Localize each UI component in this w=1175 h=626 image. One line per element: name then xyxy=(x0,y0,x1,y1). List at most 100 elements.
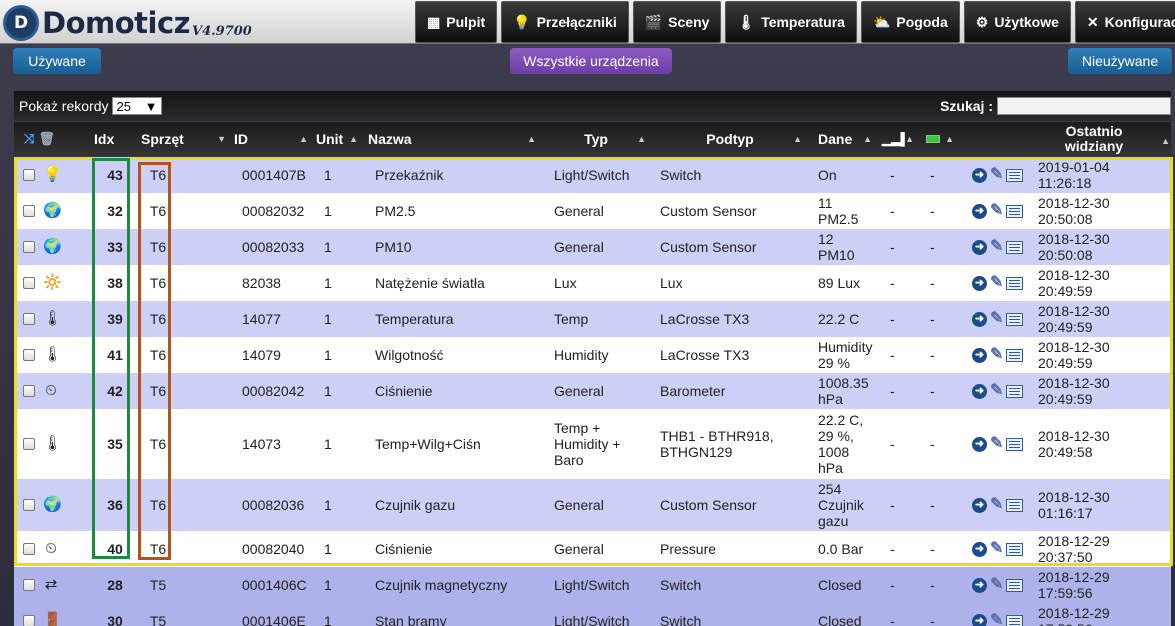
device-log-icon[interactable] xyxy=(1006,204,1024,218)
nav-użytkowe-button[interactable]: ⚙ Użytkowe xyxy=(963,1,1071,43)
rename-device-icon[interactable]: ✎ xyxy=(990,311,1003,327)
device-type-icon[interactable]: 🌡 xyxy=(43,311,62,327)
row-checkbox[interactable] xyxy=(23,385,35,397)
replace-device-icon[interactable]: ➜ xyxy=(972,275,987,291)
filter-unused-button[interactable]: Nieużywane xyxy=(1068,48,1172,74)
replace-device-icon[interactable]: ➜ xyxy=(972,347,987,363)
column-subtype[interactable]: Podtyp ▲ xyxy=(654,122,806,156)
device-type-icon[interactable]: 🔆 xyxy=(43,275,62,291)
trash-icon[interactable]: 🗑 xyxy=(38,131,55,147)
table-row[interactable]: 🚪 30 T5 0001406E 1 Stan bramy Light/Switch Swit… xyxy=(14,603,1171,626)
table-row[interactable]: ⏲ 40 T6 00082040 1 Ciśnienie General Pressure 0.… xyxy=(14,531,1171,567)
table-row[interactable]: 🌍 36 T6 00082036 1 Czujnik gazu General Custom … xyxy=(14,479,1171,531)
nav-konfiguracja-button[interactable]: ✕Konfiguracja▾ xyxy=(1074,1,1175,43)
device-type-icon[interactable]: 🌡 xyxy=(43,347,62,363)
row-checkbox[interactable] xyxy=(23,438,35,450)
column-signal[interactable]: ▁▂▌ ▲ xyxy=(882,122,918,156)
replace-device-icon[interactable]: ➜ xyxy=(972,239,987,255)
row-checkbox[interactable] xyxy=(23,543,35,555)
table-row[interactable]: 🌍 33 T6 00082033 1 PM10 General Custom Sensor 12… xyxy=(14,229,1171,265)
nav-temperatura-button[interactable]: 🌡 Temperatura xyxy=(725,1,857,43)
rename-device-icon[interactable]: ✎ xyxy=(990,239,1003,255)
column-data[interactable]: Dane ▲ xyxy=(818,122,876,156)
device-log-icon[interactable] xyxy=(1006,276,1024,290)
table-row[interactable]: 🌡 41 T6 14079 1 Wilgotność Humidity LaCrosse TX… xyxy=(14,337,1171,373)
device-type-icon[interactable]: 🌡 xyxy=(43,436,62,452)
rename-device-icon[interactable]: ✎ xyxy=(990,577,1003,593)
device-type-icon[interactable]: 🌍 xyxy=(43,239,62,255)
replace-device-icon[interactable]: ➜ xyxy=(972,383,987,399)
device-type-icon[interactable]: 🚪 xyxy=(43,613,62,626)
table-row[interactable]: 🌡 35 T6 14073 1 Temp+Wilg+Ciśn Temp + Humidity … xyxy=(14,409,1171,479)
device-log-icon[interactable] xyxy=(1006,240,1024,254)
rename-device-icon[interactable]: ✎ xyxy=(990,541,1003,557)
device-type-icon[interactable]: ⏲ xyxy=(43,541,59,557)
nav-pulpit-button[interactable]: ▦ Pulpit xyxy=(415,1,498,43)
rename-device-icon[interactable]: ✎ xyxy=(990,613,1003,626)
column-type[interactable]: Typ ▲ xyxy=(542,122,650,156)
rename-device-icon[interactable]: ✎ xyxy=(990,497,1003,513)
column-battery[interactable]: ▲ xyxy=(922,122,958,156)
column-idx[interactable]: Idx xyxy=(94,122,136,156)
nav-przełączniki-button[interactable]: 💡 Przełączniki xyxy=(501,1,629,43)
rename-device-icon[interactable]: ✎ xyxy=(990,167,1003,183)
rename-device-icon[interactable]: ✎ xyxy=(990,436,1003,452)
row-checkbox[interactable] xyxy=(23,241,35,253)
row-checkbox[interactable] xyxy=(23,579,35,591)
row-checkbox[interactable] xyxy=(23,169,35,181)
rename-device-icon[interactable]: ✎ xyxy=(990,383,1003,399)
device-type-icon[interactable]: 💡 xyxy=(43,167,62,183)
device-log-icon[interactable] xyxy=(1006,498,1024,512)
search-input[interactable] xyxy=(997,97,1171,115)
column-name[interactable]: Nazwa ▲ xyxy=(368,122,540,156)
table-row[interactable]: 🌡 39 T6 14077 1 Temperatura Temp LaCrosse TX3 22… xyxy=(14,301,1171,337)
replace-device-icon[interactable]: ➜ xyxy=(972,577,987,593)
device-log-icon[interactable] xyxy=(1006,542,1024,556)
app-logo[interactable]: D Domoticz V4.9700 xyxy=(3,4,252,42)
replace-device-icon[interactable]: ➜ xyxy=(972,541,987,557)
replace-device-icon[interactable]: ➜ xyxy=(972,203,987,219)
replace-device-icon[interactable]: ➜ xyxy=(972,436,987,452)
nav-sceny-button[interactable]: 🎬 Sceny xyxy=(632,1,722,43)
row-checkbox[interactable] xyxy=(23,615,35,626)
device-type-icon[interactable]: ⇄ xyxy=(43,577,59,593)
row-checkbox[interactable] xyxy=(23,349,35,361)
device-type-icon[interactable]: 🌍 xyxy=(43,203,62,219)
device-log-icon[interactable] xyxy=(1006,437,1024,451)
cell-unit: 1 xyxy=(324,613,332,626)
filter-all-button[interactable]: Wszystkie urządzenia xyxy=(510,48,672,74)
replace-device-icon[interactable]: ➜ xyxy=(972,311,987,327)
row-checkbox[interactable] xyxy=(23,205,35,217)
device-log-icon[interactable] xyxy=(1006,578,1024,592)
shuffle-icon[interactable]: ⤨ xyxy=(24,131,34,147)
column-hardware[interactable]: Sprzęt ▼ xyxy=(140,122,230,156)
replace-device-icon[interactable]: ➜ xyxy=(972,497,987,513)
device-log-icon[interactable] xyxy=(1006,168,1024,182)
column-last-seen[interactable]: Ostatnio widziany ▲ xyxy=(1014,122,1174,156)
page-size-select[interactable]: 25 ▼ xyxy=(112,97,163,115)
table-row[interactable]: 🌍 32 T6 00082032 1 PM2.5 General Custom Sensor 1… xyxy=(14,193,1171,229)
device-type-icon[interactable]: ⏲ xyxy=(43,383,59,399)
filter-used-button[interactable]: Używane xyxy=(13,48,101,74)
device-type-icon[interactable]: 🌍 xyxy=(43,497,62,513)
table-row[interactable]: 🔆 38 T6 82038 1 Natężenie światła Lux Lux 89 Lux… xyxy=(14,265,1171,301)
table-row[interactable]: ⏲ 42 T6 00082042 1 Ciśnienie General Barometer 1… xyxy=(14,373,1171,409)
table-row[interactable]: 💡 43 T6 0001407B 1 Przekaźnik Light/Switch Swit… xyxy=(14,157,1171,193)
rename-device-icon[interactable]: ✎ xyxy=(990,275,1003,291)
device-log-icon[interactable] xyxy=(1006,614,1024,626)
device-log-icon[interactable] xyxy=(1006,384,1024,398)
table-row[interactable]: ⇄ 28 T5 0001406C 1 Czujnik magnetyczny Light/S… xyxy=(14,567,1171,603)
row-checkbox[interactable] xyxy=(23,313,35,325)
rename-device-icon[interactable]: ✎ xyxy=(990,347,1003,363)
nav-pogoda-button[interactable]: ⛅ Pogoda xyxy=(860,1,960,43)
column-unit[interactable]: Unit ▲ xyxy=(316,122,362,156)
top-bar: D Domoticz V4.9700 ▦ Pulpit 💡 Przełączniki 🎬… xyxy=(0,0,1175,44)
replace-device-icon[interactable]: ➜ xyxy=(972,167,987,183)
row-checkbox[interactable] xyxy=(23,499,35,511)
replace-device-icon[interactable]: ➜ xyxy=(972,613,987,626)
row-checkbox[interactable] xyxy=(23,277,35,289)
column-id[interactable]: ID ▲ xyxy=(234,122,312,156)
device-log-icon[interactable] xyxy=(1006,348,1024,362)
device-log-icon[interactable] xyxy=(1006,312,1024,326)
rename-device-icon[interactable]: ✎ xyxy=(990,203,1003,219)
